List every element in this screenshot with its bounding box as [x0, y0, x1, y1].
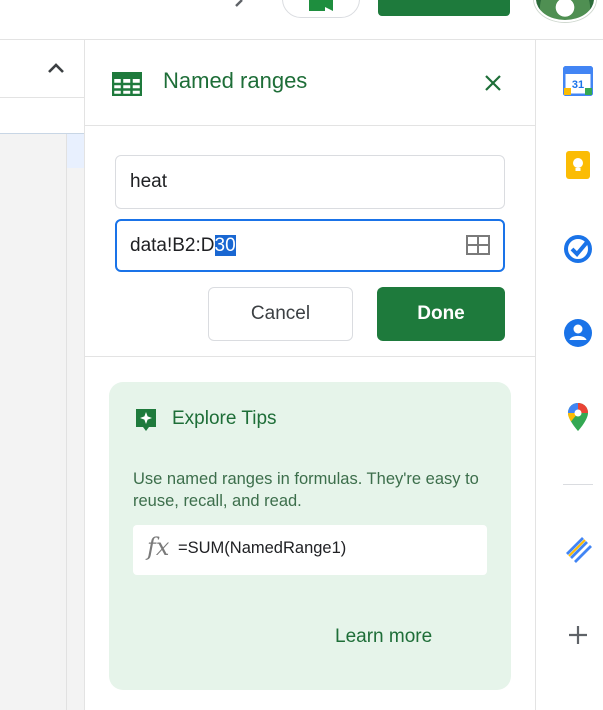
share-button[interactable]: [378, 0, 510, 16]
calendar-icon[interactable]: 31: [563, 66, 593, 96]
named-ranges-panel: Named ranges heat data!B2:D30 Cancel Don…: [84, 40, 536, 710]
range-name-input[interactable]: heat: [115, 155, 505, 209]
keep-icon[interactable]: [563, 150, 593, 180]
panel-title: Named ranges: [163, 68, 308, 93]
addon-icon[interactable]: [563, 534, 593, 564]
tips-title: Explore Tips: [172, 408, 277, 429]
formula-example: fx =SUM(NamedRange1): [133, 525, 487, 575]
maps-icon[interactable]: [563, 402, 593, 432]
panel-header: Named ranges: [85, 40, 535, 126]
meet-button[interactable]: [282, 0, 360, 18]
spreadsheet-grid-icon: [112, 72, 142, 96]
tips-description: Use named ranges in formulas. They're ea…: [133, 470, 479, 510]
range-text-selection: 30: [214, 235, 236, 256]
meet-icon: [309, 0, 333, 11]
contacts-icon[interactable]: [563, 318, 593, 348]
cancel-button[interactable]: Cancel: [208, 287, 353, 341]
column-header: [0, 98, 84, 134]
function-icon: fx: [147, 533, 170, 561]
column-divider: [66, 134, 67, 710]
add-icon[interactable]: [563, 620, 593, 650]
rail-divider: [563, 484, 593, 485]
close-icon[interactable]: [478, 68, 508, 98]
avatar[interactable]: [534, 0, 596, 22]
sheet-header: [0, 40, 84, 98]
chevron-up-icon[interactable]: [46, 60, 66, 76]
range-text: data!B2:D: [130, 235, 215, 256]
tasks-icon[interactable]: [563, 234, 593, 264]
calendar-day-text: 31: [572, 79, 584, 91]
sparkle-star-icon: [136, 409, 156, 431]
done-button[interactable]: Done: [377, 287, 505, 341]
divider: [85, 356, 535, 357]
explore-tips-card: Explore Tips Use named ranges in formula…: [109, 382, 511, 690]
spreadsheet-area: [0, 40, 84, 710]
top-toolbar: [0, 0, 603, 40]
learn-more-link[interactable]: Learn more: [335, 626, 432, 648]
formula-text: =SUM(NamedRange1): [178, 539, 347, 557]
range-select-icon[interactable]: [465, 234, 491, 256]
chevron-icon[interactable]: [232, 0, 248, 10]
range-reference-input[interactable]: data!B2:D30: [115, 219, 505, 272]
selected-cell-strip: [66, 134, 84, 168]
side-app-rail: 31: [537, 40, 603, 710]
